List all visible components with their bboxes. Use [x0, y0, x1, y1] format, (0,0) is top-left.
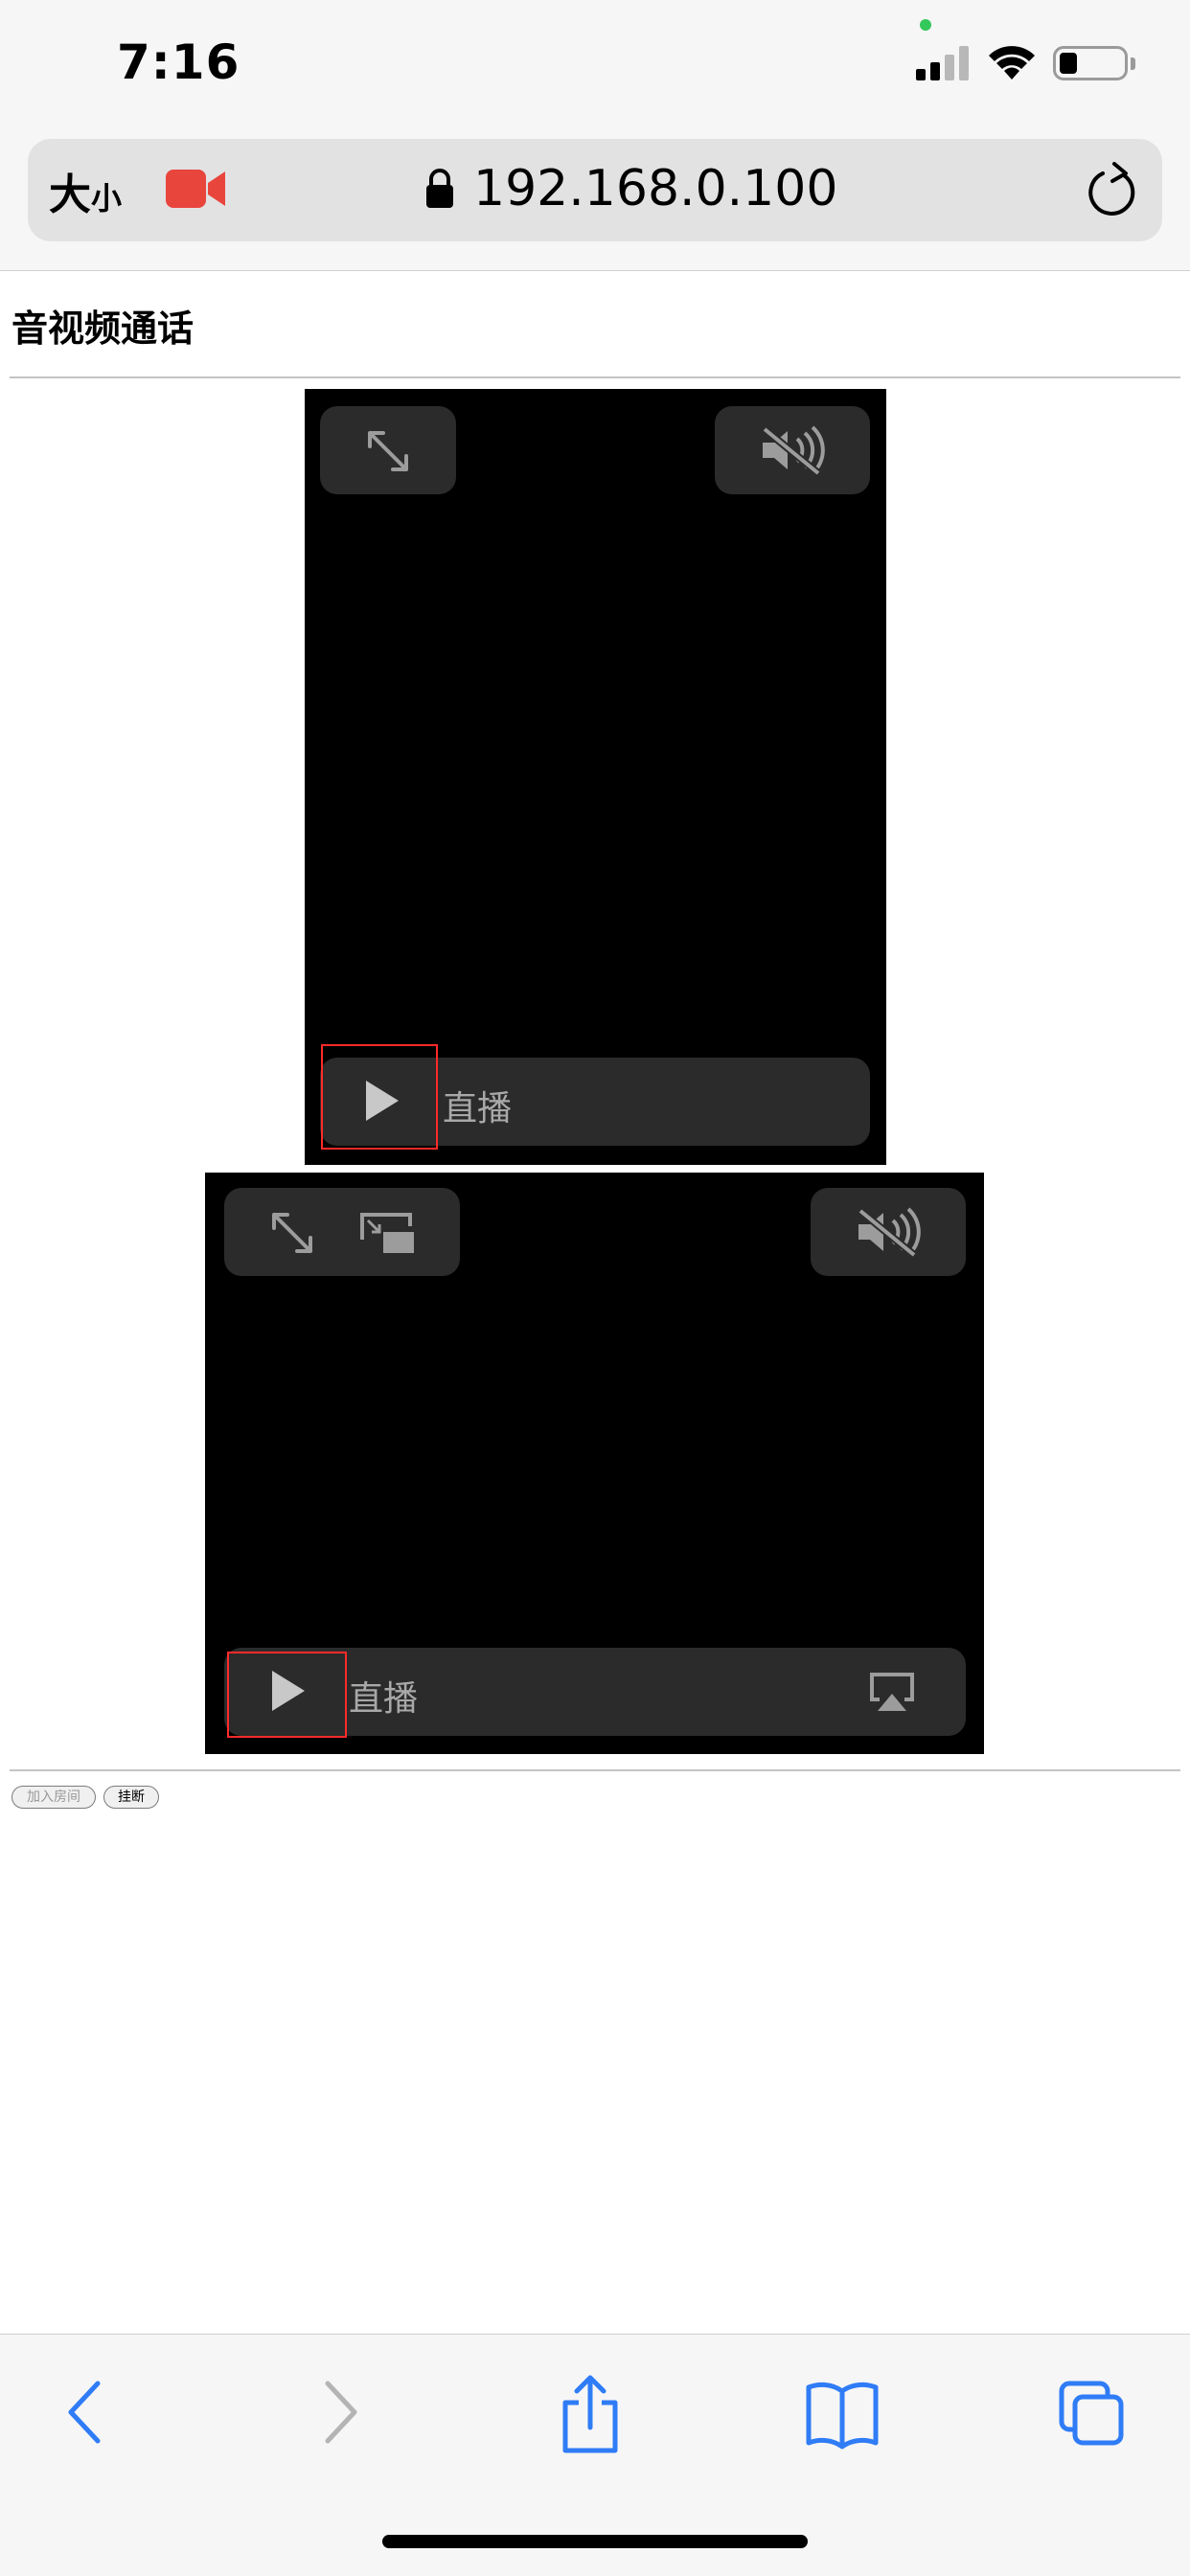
play-highlight-box: [321, 1044, 438, 1150]
top-left-controls[interactable]: [224, 1188, 460, 1276]
fullscreen-icon[interactable]: [268, 1209, 316, 1257]
airplay-icon[interactable]: [868, 1671, 916, 1713]
lock-icon: [426, 169, 453, 208]
mute-icon[interactable]: [855, 1207, 922, 1257]
privacy-indicator-dot: [920, 19, 931, 31]
back-icon[interactable]: [59, 2374, 109, 2451]
share-icon[interactable]: [560, 2374, 621, 2454]
live-label: 直播: [443, 1089, 513, 1128]
cellular-signal-icon: [916, 44, 970, 80]
fullscreen-control[interactable]: [320, 406, 456, 494]
picture-in-picture-icon[interactable]: [358, 1211, 416, 1255]
text-size-button[interactable]: 大小: [49, 160, 122, 221]
url-text[interactable]: 192.168.0.100: [473, 160, 837, 217]
tabs-icon[interactable]: [1058, 2374, 1127, 2451]
divider: [10, 1769, 1180, 1771]
address-bar[interactable]: 大小 192.168.0.100: [28, 139, 1162, 241]
fullscreen-icon[interactable]: [364, 427, 412, 475]
hang-up-button[interactable]: 挂断: [103, 1786, 159, 1809]
video-camera-icon[interactable]: [166, 168, 227, 210]
remote-video-player[interactable]: 直播: [305, 389, 886, 1165]
local-video-player[interactable]: 直播: [205, 1173, 984, 1754]
battery-icon: [1053, 46, 1128, 80]
page-title: 音视频通话: [11, 308, 195, 350]
forward-icon[interactable]: [316, 2374, 366, 2451]
mute-icon[interactable]: [759, 425, 826, 475]
live-label: 直播: [349, 1679, 419, 1719]
play-highlight-box: [227, 1652, 347, 1738]
home-indicator: [382, 2535, 808, 2548]
wifi-icon: [989, 46, 1035, 80]
divider: [10, 376, 1180, 378]
reload-icon[interactable]: [1086, 162, 1139, 219]
mute-control[interactable]: [811, 1188, 966, 1276]
join-room-button[interactable]: 加入房间: [11, 1786, 96, 1809]
text-size-small-label: 小: [91, 180, 123, 217]
mute-control[interactable]: [715, 406, 870, 494]
bookmarks-icon[interactable]: [805, 2374, 880, 2451]
status-time: 7:16: [117, 34, 240, 90]
text-size-big-label: 大: [49, 171, 91, 219]
battery-tip: [1131, 57, 1135, 70]
